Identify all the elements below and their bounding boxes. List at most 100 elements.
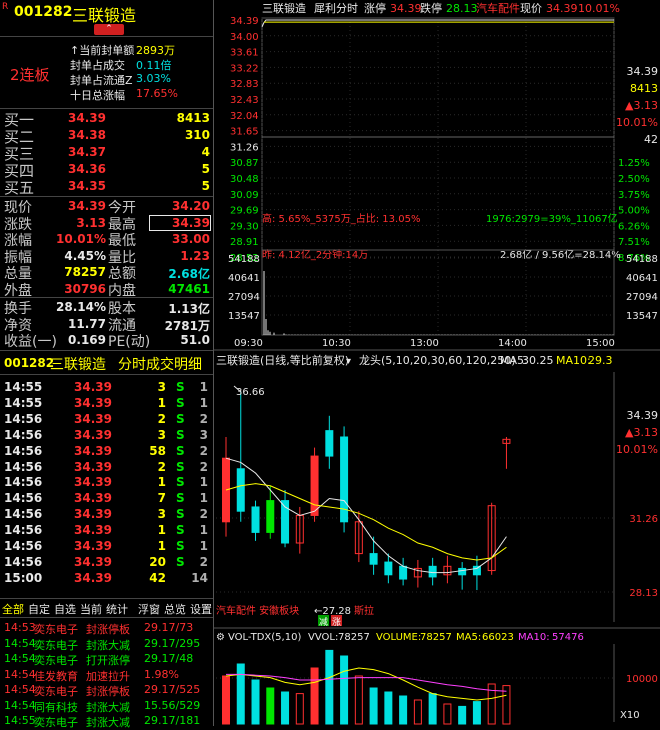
alert-time: 14:54 <box>4 698 36 712</box>
tick-row[interactable]: 14:56 34.39 7 S 1 <box>0 491 213 507</box>
alert-row[interactable]: 14:54 奕东电子 封涨停板 29.17/525 <box>0 683 213 698</box>
stat-value: 11.77 <box>68 316 106 331</box>
alert-time: 14:55 <box>4 714 36 727</box>
bid-price[interactable]: 34.39 <box>60 111 106 125</box>
tick-side: S <box>176 443 185 458</box>
alert-row[interactable]: 14:54 奕东电子 封涨大减 29.17/295 <box>0 637 213 652</box>
tick-row[interactable]: 14:56 34.39 1 S 1 <box>0 539 213 555</box>
tick-row[interactable]: 14:56 34.39 2 S 2 <box>0 412 213 428</box>
vvol-value: 78257 <box>338 632 370 643</box>
intraday-left-tick: 28.91 <box>230 237 259 248</box>
tick-time: 14:56 <box>4 443 43 458</box>
price-label: 现价 <box>520 2 542 15</box>
volume-bar <box>369 687 378 725</box>
tick-row[interactable]: 14:56 34.39 3 S 2 <box>0 507 213 523</box>
seal-label: 十日总涨幅 <box>70 89 125 102</box>
tick-count: 14 <box>191 570 208 585</box>
tick-count: 2 <box>199 411 208 426</box>
bottom-tab[interactable]: 总览 <box>164 601 186 617</box>
alert-row[interactable]: 14:54 佳发教育 加速拉升 1.98% <box>0 668 213 683</box>
tick-count: 1 <box>199 491 208 506</box>
bid-volume: 5 <box>201 162 210 176</box>
tick-row[interactable]: 15:00 34.39 42 14 <box>0 571 213 587</box>
candle-body <box>325 430 334 457</box>
alert-event: 加速拉升 <box>86 669 130 683</box>
chevron-down-icon: ▾ <box>346 356 351 367</box>
ticks-title: 分时成交明细 <box>118 357 202 373</box>
tick-row[interactable]: 14:56 34.39 1 S 1 <box>0 523 213 539</box>
bottom-tab[interactable]: 当前 <box>80 601 102 617</box>
tick-row[interactable]: 14:56 34.39 3 S 3 <box>0 428 213 444</box>
tick-count: 3 <box>199 427 208 442</box>
volume-bar <box>325 649 334 725</box>
alert-row[interactable]: 14:55 奕东电子 封涨大减 29.17/181 <box>0 714 213 729</box>
alert-stock: 佳发教育 <box>34 669 78 683</box>
volume-value: 78257 <box>420 632 452 643</box>
volume-bar <box>472 701 481 725</box>
bottom-tab[interactable]: 全部 <box>2 601 24 617</box>
alert-row[interactable]: 14:54 同有科技 封涨大减 15.56/529 <box>0 699 213 714</box>
tick-side: S <box>176 554 185 569</box>
bid-price[interactable]: 34.35 <box>60 179 106 193</box>
tick-side: S <box>176 507 185 522</box>
alert-value: 29.17/525 <box>144 683 201 696</box>
bottom-tab[interactable]: 自选 <box>54 601 76 617</box>
charts-svg[interactable]: 三联锻造 犀利分时 涨停 34.39跌停 28.13汽车配件 现价 34.39 10.01%3… <box>214 0 660 726</box>
volume-bar <box>458 705 467 725</box>
tick-volume: 3 <box>157 427 166 442</box>
alert-row[interactable]: 14:54 奕东电子 打开涨停 29.17/48 <box>0 652 213 667</box>
intraday-right-value: ▲3.13 <box>625 99 658 112</box>
candle-body <box>266 500 275 533</box>
alert-time: 14:54 <box>4 652 36 665</box>
intraday-note-high: 高: 5.65%_5375万_占比: 13.05% <box>262 212 420 225</box>
vol-ma5-label: MA5: <box>456 632 481 643</box>
bottom-tab[interactable]: 浮窗 <box>138 601 160 617</box>
collapse-up-button[interactable]: ⌃ <box>94 24 124 35</box>
intraday-vol-right-tick: 27094 <box>626 292 658 303</box>
tick-time: 14:56 <box>4 507 43 522</box>
candle-body <box>384 561 393 576</box>
tick-row[interactable]: 14:55 34.39 3 S 1 <box>0 380 213 396</box>
bid-price[interactable]: 34.36 <box>60 162 106 176</box>
bid-price[interactable]: 34.37 <box>60 145 106 159</box>
left-panel: R 001282 三联锻造 ⌃ 2连板 ↑当前封单额 2893万 封单占成交 0.11… <box>0 0 213 729</box>
tick-side: S <box>176 380 185 394</box>
volume-bar <box>384 691 393 725</box>
intraday-vol-left-tick: 13547 <box>228 311 260 322</box>
bottom-tab[interactable]: 设置 <box>190 601 212 617</box>
quote-value: 33.00 <box>172 232 210 246</box>
tick-time: 14:56 <box>4 491 43 506</box>
bid-volume: 4 <box>201 145 210 159</box>
vol-axis-tick: 10000 <box>626 674 658 685</box>
tick-side: S <box>176 491 185 506</box>
intraday-right-tick: 5.00% <box>618 206 650 217</box>
volume-bar <box>413 699 422 725</box>
quote-value: 34.39 <box>68 199 106 213</box>
vvol-label: VVOL: <box>308 632 338 643</box>
kline-axis-tick: 28.13 <box>629 588 658 599</box>
bid-price[interactable]: 34.38 <box>60 128 106 142</box>
time-axis-label: 13:00 <box>410 338 439 349</box>
stat-value: 28.14% <box>56 300 106 314</box>
bottom-tab[interactable]: 自定 <box>28 601 50 617</box>
tick-row[interactable]: 14:56 34.39 1 S 1 <box>0 475 213 491</box>
alert-row[interactable]: 14:53 奕东电子 封涨停板 29.17/73 <box>0 621 213 636</box>
tick-row[interactable]: 14:56 34.39 20 S 2 <box>0 555 213 571</box>
tick-count: 2 <box>199 443 208 458</box>
alert-event: 封涨停板 <box>86 623 130 636</box>
bottom-tab[interactable]: 统计 <box>106 601 128 617</box>
tick-count: 1 <box>199 539 208 553</box>
intraday-left-tick: 32.83 <box>230 79 259 90</box>
tick-row[interactable]: 14:56 34.39 58 S 2 <box>0 444 213 460</box>
alert-event: 封涨大减 <box>86 716 130 729</box>
volume-bar <box>266 687 275 725</box>
stock-name: 三联锻造 <box>72 6 137 25</box>
tick-volume: 2 <box>157 459 166 474</box>
tick-row[interactable]: 14:56 34.39 2 S 2 <box>0 460 213 476</box>
limit-up-label: 涨停 <box>364 1 386 15</box>
intraday-left-tick: 34.00 <box>230 32 259 43</box>
tick-row[interactable]: 14:55 34.39 1 S 1 <box>0 396 213 412</box>
kline-stock-name: 三联锻造 <box>216 353 260 367</box>
kline-high-label: 36.66 <box>236 387 265 398</box>
tick-side: S <box>176 475 185 490</box>
